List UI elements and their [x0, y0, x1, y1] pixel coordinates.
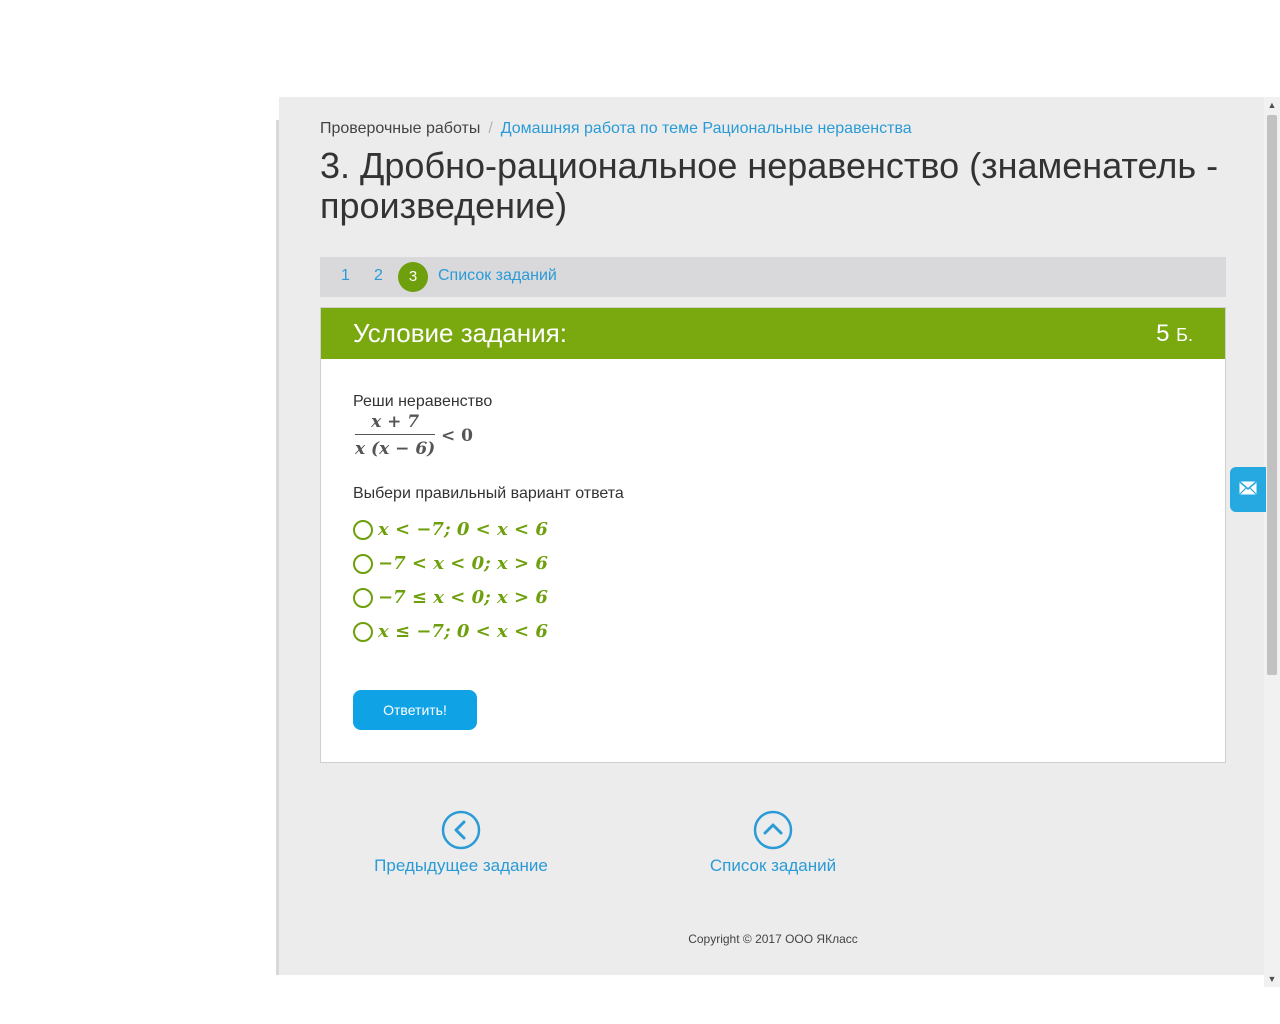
task-card-header: Условие задания: 5 Б.: [321, 308, 1225, 359]
task-list-label[interactable]: Список заданий: [710, 856, 836, 875]
question-text: Реши неравенство: [353, 393, 493, 410]
task-nav-list-link[interactable]: Список заданий: [438, 267, 557, 285]
breadcrumb-separator: /: [488, 120, 493, 137]
fraction-numerator: x + 7: [355, 412, 436, 435]
radio-button[interactable]: [353, 622, 373, 642]
submit-answer-button[interactable]: Ответить!: [353, 690, 477, 730]
task-list-link[interactable]: Список заданий: [663, 810, 883, 876]
task-nav-current: 3: [398, 262, 428, 292]
vertical-scrollbar[interactable]: ▲ ▼: [1264, 97, 1280, 987]
envelope-icon: [1239, 481, 1257, 495]
inequality-relation: < 0: [441, 426, 473, 446]
fraction-denominator: x (x − 6): [355, 439, 436, 459]
page-title: 3. Дробно-рациональное неравенство (знам…: [320, 145, 1219, 226]
radio-button[interactable]: [353, 554, 373, 574]
task-nav-item-2[interactable]: 2: [374, 267, 383, 285]
answer-option-label[interactable]: x < −7; 0 < x < 6: [378, 519, 548, 540]
points-unit: Б.: [1176, 325, 1193, 345]
previous-task-label[interactable]: Предыдущее задание: [374, 856, 548, 875]
previous-task-link[interactable]: Предыдущее задание: [346, 810, 576, 876]
scroll-down-arrow-icon[interactable]: ▼: [1264, 971, 1280, 987]
inequality-fraction: x + 7 x (x − 6): [355, 412, 436, 459]
breadcrumb-root[interactable]: Проверочные работы: [320, 120, 480, 137]
answer-prompt: Выбери правильный вариант ответа: [353, 485, 624, 502]
task-pagination: 1 2 3 Список заданий: [320, 257, 1226, 297]
task-card: Условие задания: 5 Б. Реши неравенство x…: [320, 307, 1226, 763]
breadcrumb: Проверочные работы / Домашняя работа по те…: [320, 120, 912, 138]
scroll-thumb[interactable]: [1267, 115, 1277, 675]
chevron-left-circle-icon[interactable]: [441, 810, 481, 850]
answer-option-label[interactable]: x ≤ −7; 0 < x < 6: [378, 621, 548, 642]
radio-button[interactable]: [353, 588, 373, 608]
answer-option-label[interactable]: −7 ≤ x < 0; x > 6: [378, 587, 548, 608]
copyright-text: Copyright © 2017 ООО ЯКласс: [688, 932, 858, 946]
task-points: 5 Б.: [1156, 320, 1193, 348]
feedback-tab[interactable]: [1230, 467, 1266, 512]
task-condition-title: Условие задания:: [353, 318, 567, 348]
radio-button[interactable]: [353, 520, 373, 540]
points-value: 5: [1156, 320, 1170, 347]
breadcrumb-current-link[interactable]: Домашняя работа по теме Рациональные нер…: [501, 120, 912, 137]
scroll-up-arrow-icon[interactable]: ▲: [1264, 97, 1280, 113]
task-nav-item-1[interactable]: 1: [341, 267, 350, 285]
answer-option-label[interactable]: −7 < x < 0; x > 6: [378, 553, 548, 574]
chevron-up-circle-icon[interactable]: [753, 810, 793, 850]
viewport-edge: [276, 120, 279, 975]
